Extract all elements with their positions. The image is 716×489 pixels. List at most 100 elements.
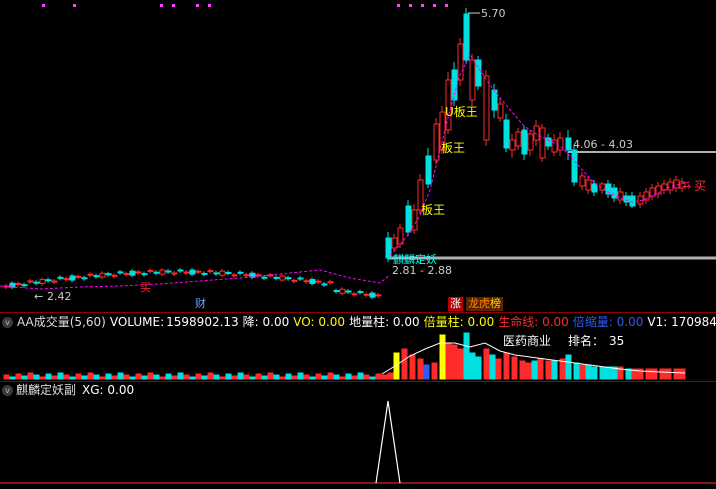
- candle-body: [315, 280, 322, 283]
- collapse-toggle-icon[interactable]: v: [2, 317, 13, 328]
- candle-body: [405, 205, 412, 233]
- candle-body: [491, 89, 498, 111]
- volume-indicator-name[interactable]: AA成交量(5,60): [17, 315, 106, 329]
- candle-body: [497, 103, 504, 119]
- longhu-text: 龙虎: [468, 297, 490, 310]
- candle-body: [27, 280, 34, 283]
- volume-bar: [219, 376, 226, 380]
- volume-bar: [291, 375, 298, 380]
- volume-bar: [605, 366, 612, 380]
- volume-bar: [579, 364, 586, 380]
- candle-body: [141, 273, 148, 276]
- board-king-signal-1: U板王: [445, 105, 478, 119]
- volume-bar: [261, 375, 268, 380]
- volume-bar: [135, 373, 142, 380]
- volume-bar: [475, 356, 482, 380]
- candle-body: [87, 273, 94, 276]
- candle-body: [177, 269, 184, 272]
- volume-bar: [183, 374, 190, 380]
- volume-bar: [123, 374, 130, 380]
- candle-body: [189, 269, 196, 275]
- cai-badge[interactable]: 财: [193, 297, 208, 311]
- svg-text:←: ←: [34, 290, 43, 303]
- longhu-badge[interactable]: 龙虎榜: [466, 297, 503, 311]
- volume-bar: [9, 376, 16, 380]
- volume-bar: [445, 342, 452, 380]
- volume-bar: [659, 368, 666, 380]
- volume-chart[interactable]: 医药商业 排名： 35: [0, 331, 716, 381]
- volume-bar: [111, 375, 118, 380]
- zhang-badge[interactable]: 涨: [448, 297, 463, 311]
- volume-bar: [81, 375, 88, 380]
- candle-body: [591, 183, 598, 193]
- volume-bar: [457, 348, 464, 380]
- sub-indicator-name[interactable]: 麒麟定妖副: [16, 383, 76, 397]
- volume-bar: [417, 358, 424, 380]
- beiliang-value: 倍量柱: 0.00: [423, 315, 495, 329]
- volume-bar: [207, 372, 214, 380]
- candle-body: [135, 271, 142, 274]
- volume-bar: [327, 372, 334, 380]
- volume-bar: [321, 375, 328, 380]
- candle-body: [571, 149, 578, 183]
- volume-bar: [531, 360, 538, 380]
- candle-body: [63, 278, 70, 281]
- volume-bar: [69, 376, 76, 380]
- volume-bar: [409, 354, 416, 380]
- candle-body: [231, 274, 238, 277]
- volume-bar: [45, 373, 52, 380]
- candle-body: [81, 277, 88, 280]
- candle-body: [673, 179, 680, 189]
- candle-body: [93, 275, 100, 278]
- shengming-value: 生命线: 0.00: [498, 315, 569, 329]
- candle-body: [623, 195, 630, 203]
- volume-bar: [27, 372, 34, 380]
- candle-body: [279, 275, 286, 281]
- candle-body: [303, 280, 310, 283]
- volume-bar: [339, 376, 346, 380]
- volume-bar: [591, 366, 598, 380]
- volume-bar: [249, 376, 256, 380]
- volume-bar: [375, 373, 382, 380]
- candle-body: [339, 288, 346, 294]
- volume-bar: [285, 373, 292, 380]
- candle-body: [261, 276, 268, 279]
- volume-bar: [665, 368, 672, 380]
- sub-indicator-chart[interactable]: [0, 399, 716, 489]
- volume-bar: [345, 373, 352, 380]
- volume-bar: [231, 375, 238, 380]
- svg-text:5.70: 5.70: [481, 7, 506, 20]
- candle-body: [433, 123, 440, 161]
- volume-bar: [51, 375, 58, 380]
- kline-chart[interactable]: 5.70 ← 2.42 4.06 - 4.03 2.81 - 2.88 U板王 …: [0, 0, 716, 312]
- volume-bar: [451, 344, 458, 380]
- volume-bar: [195, 373, 202, 380]
- volume-bar: [171, 375, 178, 380]
- volume-bar: [189, 376, 196, 380]
- jiang-value: 降: 0.00: [242, 315, 290, 329]
- volume-bar: [117, 372, 124, 380]
- candle-body: [463, 13, 470, 61]
- volume-bar: [267, 372, 274, 380]
- candle-body: [483, 75, 490, 141]
- candle-body: [123, 273, 130, 276]
- volume-bar: [463, 332, 470, 380]
- volume-bar: [423, 364, 430, 380]
- volume-bar: [141, 375, 148, 380]
- sector-name: 医药商业: [503, 333, 551, 348]
- volume-bar: [363, 374, 370, 380]
- volume-bar: [273, 374, 280, 380]
- low-price-label: ← 2.42: [34, 290, 72, 303]
- collapse-toggle-icon-2[interactable]: v: [2, 385, 13, 396]
- candle-body: [201, 272, 208, 275]
- volume-bar: [21, 375, 28, 380]
- xg-value: XG: 0.00: [82, 383, 135, 397]
- candle-body: [667, 181, 674, 191]
- volume-bar: [565, 354, 572, 380]
- candle-body: [69, 275, 76, 281]
- volume-bar: [105, 373, 112, 380]
- board-king-signal-2: 板王: [441, 141, 465, 155]
- candle-body: [321, 283, 328, 286]
- volume-bar: [511, 356, 518, 380]
- candle-body: [629, 195, 636, 207]
